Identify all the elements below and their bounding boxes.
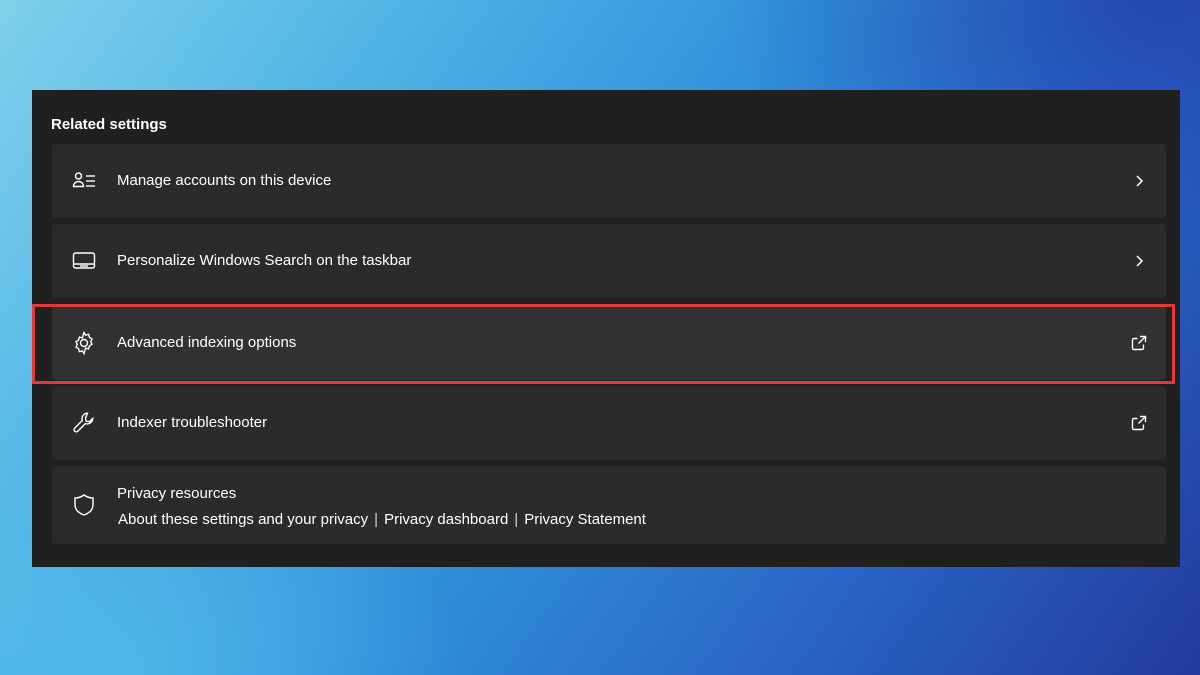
- advanced-indexing-options-item[interactable]: Advanced indexing options: [52, 306, 1166, 380]
- personalize-search-label: Personalize Windows Search on the taskba…: [117, 252, 412, 269]
- advanced-indexing-label: Advanced indexing options: [117, 334, 297, 351]
- external-link-icon: [1130, 414, 1148, 432]
- chevron-right-icon: [1130, 252, 1148, 270]
- privacy-links: About these settings and your privacy | Pr…: [118, 511, 646, 528]
- privacy-resources-card: Privacy resources About these settings a…: [52, 466, 1166, 544]
- gear-icon: [71, 330, 97, 356]
- privacy-statement-link[interactable]: Privacy Statement: [524, 511, 646, 528]
- indexer-troubleshooter-item[interactable]: Indexer troubleshooter: [52, 386, 1166, 460]
- wrench-icon: [71, 410, 97, 436]
- about-privacy-link[interactable]: About these settings and your privacy: [118, 511, 368, 528]
- link-separator: |: [374, 511, 379, 528]
- chevron-right-icon: [1130, 172, 1148, 190]
- personalize-search-item[interactable]: Personalize Windows Search on the taskba…: [52, 224, 1166, 298]
- indexer-troubleshooter-label: Indexer troubleshooter: [117, 414, 268, 431]
- external-link-icon: [1130, 334, 1148, 352]
- shield-icon: [71, 492, 97, 518]
- privacy-resources-title: Privacy resources: [117, 485, 237, 502]
- link-separator: |: [514, 511, 519, 528]
- manage-accounts-item[interactable]: Manage accounts on this device: [52, 144, 1166, 218]
- taskbar-icon: [71, 248, 97, 274]
- related-settings-panel: Related settings Manage accounts on this…: [32, 90, 1180, 567]
- manage-accounts-label: Manage accounts on this device: [117, 172, 332, 189]
- privacy-dashboard-link[interactable]: Privacy dashboard: [384, 511, 508, 528]
- person-list-icon: [71, 168, 97, 194]
- section-title: Related settings: [51, 116, 167, 133]
